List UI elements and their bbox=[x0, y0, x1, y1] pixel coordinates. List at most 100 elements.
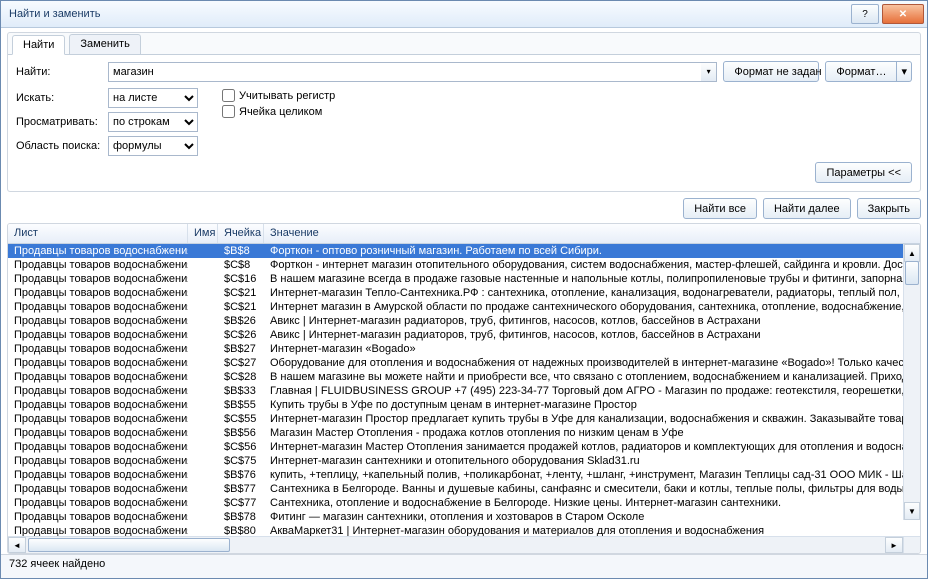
col-value[interactable]: Значение bbox=[264, 224, 920, 243]
cell-ref: $C$21 bbox=[218, 300, 264, 314]
horizontal-scroll-thumb[interactable] bbox=[28, 538, 230, 552]
cell-sheet: Продавцы товаров водоснабжения bbox=[8, 370, 188, 384]
cell-name bbox=[188, 454, 218, 468]
cell-sheet: Продавцы товаров водоснабжения bbox=[8, 426, 188, 440]
cell-value: Авикс | Интернет-магазин радиаторов, тру… bbox=[264, 328, 920, 342]
scroll-down-arrow[interactable]: ▼ bbox=[904, 502, 920, 520]
cell-value: Форткон - интернет магазин отопительного… bbox=[264, 258, 920, 272]
toggle-options-button[interactable]: Параметры << bbox=[815, 162, 912, 183]
result-row[interactable]: Продавцы товаров водоснабжения$C$21Интер… bbox=[8, 300, 920, 314]
tab-replace[interactable]: Заменить bbox=[69, 34, 140, 54]
result-row[interactable]: Продавцы товаров водоснабжения$C$28В наш… bbox=[8, 370, 920, 384]
col-name[interactable]: Имя bbox=[188, 224, 218, 243]
cell-sheet: Продавцы товаров водоснабжения bbox=[8, 328, 188, 342]
cell-value: Интернет магазин в Амурской области по п… bbox=[264, 300, 920, 314]
cell-name bbox=[188, 300, 218, 314]
find-input[interactable] bbox=[108, 62, 701, 82]
cell-sheet: Продавцы товаров водоснабжения bbox=[8, 342, 188, 356]
format-state-button[interactable]: Формат не задан bbox=[723, 61, 819, 82]
result-row[interactable]: Продавцы товаров водоснабжения$B$55Купит… bbox=[8, 398, 920, 412]
cell-value: Форткон - оптово розничный магазин. Рабо… bbox=[264, 244, 920, 258]
cell-ref: $B$78 bbox=[218, 510, 264, 524]
result-row[interactable]: Продавцы товаров водоснабжения$B$56Магаз… bbox=[8, 426, 920, 440]
close-button[interactable]: Закрыть bbox=[857, 198, 921, 219]
whole-cell-checkbox[interactable]: Ячейка целиком bbox=[222, 105, 335, 118]
status-bar: 732 ячеек найдено bbox=[1, 554, 927, 578]
find-all-button[interactable]: Найти все bbox=[683, 198, 757, 219]
cell-name bbox=[188, 314, 218, 328]
result-row[interactable]: Продавцы товаров водоснабжения$B$78Фитин… bbox=[8, 510, 920, 524]
search-direction-label: Просматривать: bbox=[16, 116, 108, 128]
window-close-button[interactable]: ✕ bbox=[882, 4, 924, 24]
format-menu-dropdown[interactable]: ▾ bbox=[897, 61, 912, 82]
cell-name bbox=[188, 412, 218, 426]
find-history-dropdown[interactable]: ▾ bbox=[701, 62, 718, 82]
match-case-checkbox[interactable]: Учитывать регистр bbox=[222, 89, 335, 102]
look-in-select[interactable]: формулы bbox=[108, 136, 198, 156]
result-row[interactable]: Продавцы товаров водоснабжения$C$75Интер… bbox=[8, 454, 920, 468]
horizontal-scrollbar[interactable]: ◄ ► bbox=[8, 536, 920, 553]
result-row[interactable]: Продавцы товаров водоснабжения$C$27Обору… bbox=[8, 356, 920, 370]
scroll-up-arrow[interactable]: ▲ bbox=[904, 244, 920, 262]
cell-ref: $B$76 bbox=[218, 468, 264, 482]
cell-sheet: Продавцы товаров водоснабжения bbox=[8, 496, 188, 510]
vertical-scrollbar[interactable]: ▲ ▼ bbox=[903, 244, 920, 520]
cell-name bbox=[188, 258, 218, 272]
results-panel: Лист Имя Ячейка Значение Продавцы товаро… bbox=[7, 223, 921, 554]
whole-cell-input[interactable] bbox=[222, 105, 235, 118]
cell-name bbox=[188, 426, 218, 440]
cell-sheet: Продавцы товаров водоснабжения bbox=[8, 482, 188, 496]
cell-sheet: Продавцы товаров водоснабжения bbox=[8, 524, 188, 536]
result-row[interactable]: Продавцы товаров водоснабжения $B$80АкваМ… bbox=[8, 524, 920, 536]
col-sheet[interactable]: Лист bbox=[8, 224, 188, 243]
cell-ref: $B$26 bbox=[218, 314, 264, 328]
scroll-left-arrow[interactable]: ◄ bbox=[8, 537, 26, 553]
find-next-button[interactable]: Найти далее bbox=[763, 198, 851, 219]
format-button[interactable]: Формат… bbox=[825, 61, 897, 82]
whole-cell-label: Ячейка целиком bbox=[239, 106, 322, 118]
cell-value: купить, +теплицу, +капельный полив, +пол… bbox=[264, 468, 920, 482]
cell-ref: $B$80 bbox=[218, 524, 264, 536]
vertical-scroll-thumb[interactable] bbox=[905, 261, 919, 285]
result-row[interactable]: Продавцы товаров водоснабжения$C$16В наш… bbox=[8, 272, 920, 286]
cell-name bbox=[188, 510, 218, 524]
cell-value: Интернет-магазин Мастер Отопления занима… bbox=[264, 440, 920, 454]
result-row[interactable]: Продавцы товаров водоснабжения$C$56Интер… bbox=[8, 440, 920, 454]
scroll-right-arrow[interactable]: ► bbox=[885, 537, 903, 553]
cell-value: Авикс | Интернет-магазин радиаторов, тру… bbox=[264, 314, 920, 328]
cell-ref: $C$28 bbox=[218, 370, 264, 384]
match-case-input[interactable] bbox=[222, 89, 235, 102]
cell-sheet: Продавцы товаров водоснабжения bbox=[8, 412, 188, 426]
cell-name bbox=[188, 286, 218, 300]
result-row[interactable]: Продавцы товаров водоснабжения$C$8Фортко… bbox=[8, 258, 920, 272]
cell-name bbox=[188, 524, 218, 536]
result-row[interactable]: Продавцы товаров водоснабжения$C$21Интер… bbox=[8, 286, 920, 300]
tab-find[interactable]: Найти bbox=[12, 35, 65, 55]
result-row[interactable]: Продавцы товаров водоснабжения$C$77Санте… bbox=[8, 496, 920, 510]
search-direction-select[interactable]: по строкам bbox=[108, 112, 198, 132]
result-row[interactable]: Продавцы товаров водоснабжения$B$27Интер… bbox=[8, 342, 920, 356]
cell-sheet: Продавцы товаров водоснабжения bbox=[8, 272, 188, 286]
cell-value: АкваМаркет31 | Интернет-магазин оборудов… bbox=[264, 524, 920, 536]
col-cell[interactable]: Ячейка bbox=[218, 224, 264, 243]
cell-sheet: Продавцы товаров водоснабжения bbox=[8, 384, 188, 398]
cell-value: Магазин Мастер Отопления - продажа котло… bbox=[264, 426, 920, 440]
cell-name bbox=[188, 440, 218, 454]
result-row[interactable]: Продавцы товаров водоснабжения $C$55Интер… bbox=[8, 412, 920, 426]
cell-value: Интернет-магазин Простор предлагает купи… bbox=[264, 412, 920, 426]
result-row[interactable]: Продавцы товаров водоснабжения$B$8Фортко… bbox=[8, 244, 920, 258]
find-replace-window: Найти и заменить ? ✕ Найти Заменить Найт… bbox=[0, 0, 928, 579]
result-row[interactable]: Продавцы товаров водоснабжения$B$33Главн… bbox=[8, 384, 920, 398]
cell-ref: $B$27 bbox=[218, 342, 264, 356]
cell-ref: $C$55 bbox=[218, 412, 264, 426]
cell-ref: $B$33 bbox=[218, 384, 264, 398]
result-row[interactable]: Продавцы товаров водоснабжения$B$77Санте… bbox=[8, 482, 920, 496]
cell-value: Купить трубы в Уфе по доступным ценам в … bbox=[264, 398, 920, 412]
result-row[interactable]: Продавцы товаров водоснабжения$B$26Авикс… bbox=[8, 314, 920, 328]
search-within-select[interactable]: на листе bbox=[108, 88, 198, 108]
cell-name bbox=[188, 328, 218, 342]
result-row[interactable]: Продавцы товаров водоснабжения$C$26Авикс… bbox=[8, 328, 920, 342]
help-button[interactable]: ? bbox=[851, 4, 879, 24]
cell-value: Сантехника, отопление и водоснабжение в … bbox=[264, 496, 920, 510]
result-row[interactable]: Продавцы товаров водоснабжения$B$76купит… bbox=[8, 468, 920, 482]
